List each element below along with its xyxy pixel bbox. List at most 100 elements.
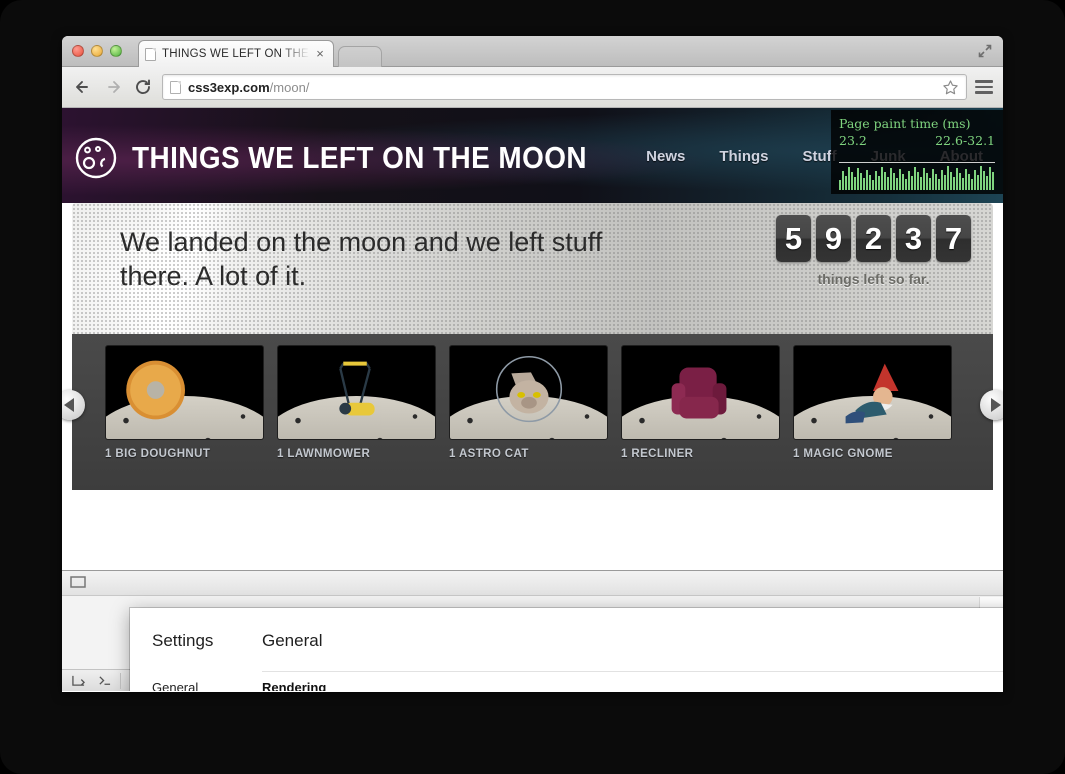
- back-button[interactable]: [72, 76, 94, 98]
- bookmark-star-icon[interactable]: [942, 79, 959, 96]
- browser-menu-button[interactable]: [975, 77, 993, 97]
- settings-header: Settings General: [130, 608, 1003, 651]
- hero-headline: We landed on the moon and we left stuff …: [120, 227, 603, 291]
- forward-button[interactable]: [102, 76, 124, 98]
- url-domain: css3exp.com: [188, 79, 270, 95]
- paint-meter-bar: [941, 170, 943, 190]
- device-bezel: THINGS WE LEFT ON THE M × css3exp.com/mo…: [0, 0, 1065, 774]
- inspect-element-icon[interactable]: [68, 574, 88, 592]
- paint-meter-bar: [932, 169, 934, 190]
- settings-content: Rendering Show paint rectangles Show FPS…: [262, 671, 1003, 691]
- counter-digit-2: 2: [856, 215, 891, 262]
- nav-item-things[interactable]: Things: [719, 148, 768, 165]
- minimize-window-button[interactable]: [91, 45, 103, 57]
- card-thumbnail-recliner: [621, 345, 780, 440]
- paint-meter-bar: [872, 179, 874, 190]
- site-branding[interactable]: THINGS WE LEFT ON THE MOON: [74, 136, 638, 180]
- settings-heading: Settings: [152, 631, 214, 650]
- fullscreen-icon[interactable]: [977, 43, 993, 59]
- settings-page-title: General: [262, 631, 323, 650]
- card-label: 1 MAGIC GNOME: [793, 448, 893, 460]
- maximize-window-button[interactable]: [110, 45, 122, 57]
- card-label: 1 BIG DOUGHNUT: [105, 448, 211, 460]
- paint-meter-bar: [971, 178, 973, 190]
- paint-meter-bar: [959, 172, 961, 190]
- paint-meter-current: 23.2: [839, 133, 867, 148]
- paint-meter-bar: [947, 166, 949, 190]
- carousel-next-button[interactable]: [980, 390, 1003, 420]
- settings-body: General Overrides Shortcuts Rendering Sh…: [130, 671, 1003, 691]
- page-favicon-icon: [145, 47, 156, 61]
- counter-digits: 59237: [776, 215, 971, 262]
- reload-button[interactable]: [132, 76, 154, 98]
- paint-meter-bar: [926, 172, 928, 190]
- carousel-card[interactable]: 1 MAGIC GNOME: [793, 345, 952, 460]
- paint-meter-bar: [851, 172, 853, 190]
- paint-meter-bar: [896, 178, 898, 190]
- paint-meter-bar: [992, 172, 994, 190]
- close-tab-icon[interactable]: ×: [313, 47, 327, 61]
- paint-meter-bar: [974, 170, 976, 190]
- chevron-left-icon: [64, 398, 74, 412]
- nav-item-news[interactable]: News: [646, 148, 685, 165]
- carousel-card[interactable]: 1 BIG DOUGHNUT: [105, 345, 264, 460]
- address-bar[interactable]: css3exp.com/moon/: [162, 74, 967, 100]
- browser-tab-strip: THINGS WE LEFT ON THE M ×: [62, 36, 1003, 67]
- site-title: THINGS WE LEFT ON THE MOON: [132, 140, 587, 175]
- devtools-tabs: [62, 571, 1003, 596]
- browser-window: THINGS WE LEFT ON THE M × css3exp.com/mo…: [62, 36, 1003, 692]
- paint-meter-bar: [890, 168, 892, 190]
- card-label: 1 RECLINER: [621, 448, 694, 460]
- things-carousel: 1 BIG DOUGHNUT 1 LAWNMOWER 1 ASTRO CAT 1…: [62, 334, 1003, 490]
- paint-meter-bar: [953, 176, 955, 190]
- url-text: css3exp.com/moon/: [188, 80, 309, 95]
- paint-meter-bar: [899, 169, 901, 190]
- carousel-card[interactable]: 1 RECLINER: [621, 345, 780, 460]
- paint-meter-bar: [863, 178, 865, 190]
- hero-banner: We landed on the moon and we left stuff …: [72, 203, 993, 334]
- counter-digit-1: 9: [816, 215, 851, 262]
- site-favicon-icon: [170, 80, 181, 94]
- card-label: 1 LAWNMOWER: [277, 448, 371, 460]
- things-counter: 59237 things left so far.: [776, 215, 971, 287]
- tab-title: THINGS WE LEFT ON THE M: [162, 48, 313, 60]
- console-icon[interactable]: [92, 671, 116, 691]
- new-tab-button[interactable]: [338, 46, 382, 67]
- paint-meter-range: 22.6-32.1: [935, 133, 995, 148]
- counter-digit-4: 7: [936, 215, 971, 262]
- settings-dialog: × Settings General General Overrides Sho…: [130, 608, 1003, 691]
- card-label: 1 ASTRO CAT: [449, 448, 529, 460]
- paint-meter-bar: [911, 175, 913, 190]
- paint-meter-bar: [917, 171, 919, 190]
- close-window-button[interactable]: [72, 45, 84, 57]
- card-thumbnail-lawnmower: [277, 345, 436, 440]
- paint-meter-bar: [950, 171, 952, 190]
- card-thumbnail-astro-cat: [449, 345, 608, 440]
- paint-meter-bar: [875, 170, 877, 190]
- settings-nav-general[interactable]: General: [152, 675, 262, 691]
- paint-meter-bar: [839, 179, 841, 190]
- dock-icon[interactable]: [66, 671, 90, 691]
- window-controls[interactable]: [72, 45, 122, 57]
- carousel-card[interactable]: 1 LAWNMOWER: [277, 345, 436, 460]
- paint-meter-bar: [884, 172, 886, 190]
- paint-meter-bar: [854, 177, 856, 190]
- browser-tab[interactable]: THINGS WE LEFT ON THE M ×: [138, 40, 334, 67]
- paint-meter-bar: [881, 166, 883, 190]
- counter-digit-0: 5: [776, 215, 811, 262]
- carousel-card[interactable]: 1 ASTRO CAT: [449, 345, 608, 460]
- paint-meter-bar: [845, 176, 847, 190]
- paint-meter-bar: [869, 174, 871, 190]
- carousel-prev-button[interactable]: [62, 390, 85, 420]
- paint-meter-bar: [956, 167, 958, 190]
- divider: [120, 672, 121, 689]
- paint-meter-bar: [893, 173, 895, 190]
- paint-meter-bar: [935, 174, 937, 190]
- moon-logo-icon: [74, 136, 118, 180]
- counter-label: things left so far.: [817, 271, 930, 287]
- paint-meter-bar: [920, 176, 922, 190]
- paint-meter-bar: [983, 171, 985, 190]
- menu-line: [975, 91, 993, 94]
- paint-meter-bar: [842, 171, 844, 190]
- paint-meter-values: 23.2 22.6-32.1: [839, 132, 995, 149]
